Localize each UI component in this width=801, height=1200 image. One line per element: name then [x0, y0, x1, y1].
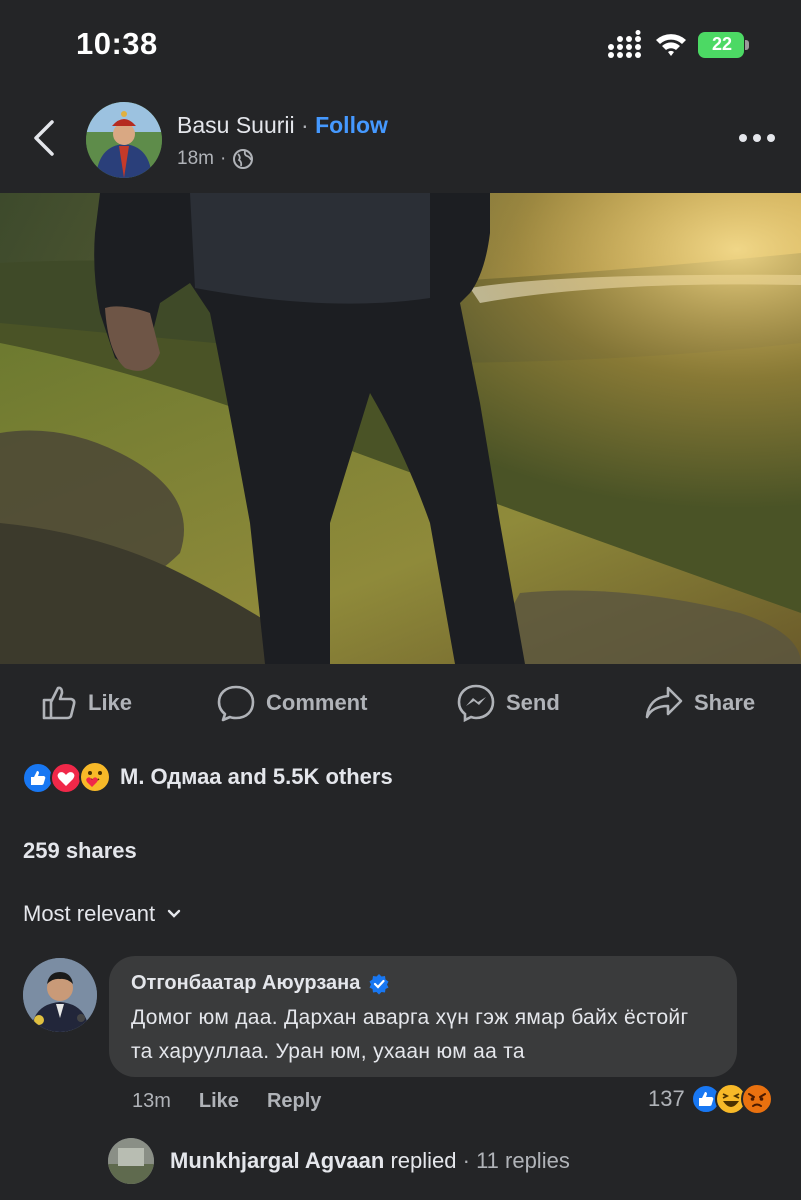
comment-reaction-count: 137: [648, 1086, 685, 1111]
cellular-signal-icon: [608, 30, 641, 58]
author-name[interactable]: Basu Suurii: [177, 112, 295, 138]
messenger-icon: [457, 684, 495, 723]
post-photo[interactable]: [0, 193, 801, 664]
thumbs-up-icon: [42, 686, 76, 720]
meta-separator: ·: [219, 148, 227, 169]
wifi-icon: [656, 34, 686, 56]
comment-button[interactable]: Comment: [216, 682, 367, 724]
replier-avatar: [108, 1138, 154, 1184]
reactions-summary[interactable]: М. Одмаа and 5.5K others: [22, 757, 393, 797]
post-action-bar: Like Comment Send Share: [0, 664, 801, 742]
comment-reactions[interactable]: 137: [648, 1083, 773, 1115]
back-button[interactable]: [26, 116, 62, 160]
like-label: Like: [88, 690, 133, 715]
commenter-avatar-image: [23, 958, 97, 1032]
chevron-down-icon: [167, 909, 181, 918]
shares-count[interactable]: 259 shares: [23, 838, 137, 864]
post-meta: 18m ·: [177, 148, 254, 170]
care-icon: [79, 761, 111, 793]
comment-label: Comment: [266, 690, 368, 715]
send-button[interactable]: Send: [456, 682, 560, 724]
commenter-name[interactable]: Отгонбаатар Аюурзана: [131, 972, 360, 995]
angry-icon: [740, 1083, 773, 1115]
follow-button[interactable]: Follow: [315, 112, 388, 138]
commenter-line: Отгонбаатар Аюурзана: [131, 972, 715, 995]
landscape-photo: [0, 193, 801, 664]
status-time: 10:38: [76, 26, 158, 61]
author-separator: ·: [301, 112, 309, 138]
author-line: Basu Suurii · Follow: [177, 112, 388, 139]
comment-time: 13m: [132, 1090, 171, 1112]
battery-indicator: 22: [698, 32, 750, 58]
comment-like-button[interactable]: Like: [199, 1090, 239, 1113]
comment-sort-dropdown[interactable]: Most relevant: [23, 901, 181, 927]
battery-level: 22: [711, 34, 733, 54]
verified-badge-icon: [369, 973, 389, 994]
battery-tip: [745, 40, 749, 50]
replier-avatar-image: [108, 1138, 154, 1184]
globe-icon: [233, 149, 254, 169]
reactions-text: М. Одмаа and 5.5K others: [120, 764, 393, 789]
share-button[interactable]: Share: [644, 682, 755, 724]
sort-label: Most relevant: [23, 901, 156, 926]
share-arrow-icon: [645, 686, 683, 719]
comment-bubble[interactable]: Отгонбаатар Аюурзана Домог юм даа. Дарха…: [109, 956, 737, 1077]
comment-text: Домог юм даа. Дархан аварга хүн гэж ямар…: [131, 1006, 689, 1063]
status-bar: 10:38 22: [0, 0, 801, 92]
comment-reply-button[interactable]: Reply: [267, 1090, 321, 1113]
comment-bubble-icon: [217, 685, 255, 722]
reaction-icons: [22, 760, 116, 794]
comment-meta: 13m Like Reply: [132, 1090, 321, 1113]
post-header: Basu Suurii · Follow 18m ·: [0, 92, 801, 192]
more-options-icon[interactable]: [738, 126, 776, 150]
send-label: Send: [506, 690, 560, 715]
replies-text: Munkhjargal Agvaan replied · 11 replies: [170, 1148, 570, 1174]
like-button[interactable]: Like: [40, 682, 132, 724]
replies-separator: ·: [456, 1148, 477, 1173]
commenter-avatar[interactable]: [23, 958, 97, 1032]
replier-name: Munkhjargal Agvaan: [170, 1148, 385, 1173]
share-label: Share: [694, 690, 756, 715]
author-avatar[interactable]: [86, 102, 162, 178]
replies-preview[interactable]: Munkhjargal Agvaan replied · 11 replies: [108, 1138, 570, 1184]
replies-count: 11 replies: [476, 1148, 570, 1173]
replied-label: replied: [384, 1148, 457, 1173]
author-avatar-image: [86, 102, 162, 178]
post-time[interactable]: 18m: [177, 148, 214, 170]
